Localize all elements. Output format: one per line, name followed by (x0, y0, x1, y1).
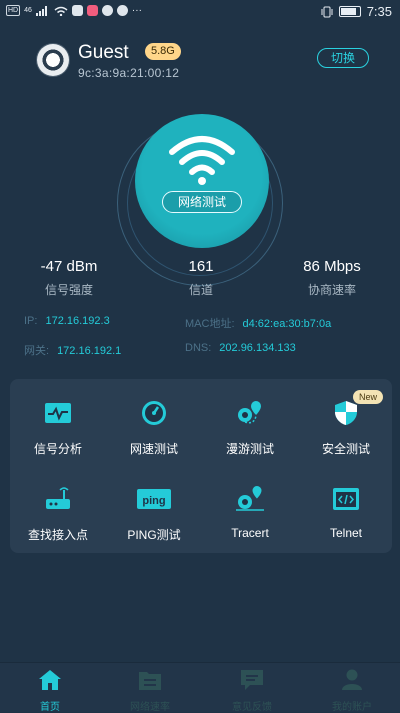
battery-icon (338, 6, 361, 17)
status-bar: HD 46 ··· 7:35 (0, 0, 400, 24)
ip-row: IP: 172.16.192.3 (24, 315, 110, 327)
tool-signal-analysis[interactable]: 信号分析 (10, 399, 106, 457)
code-icon (333, 488, 359, 510)
ping-icon: ping (137, 489, 171, 509)
tiktok-notification-icon (86, 5, 98, 16)
switch-network-button[interactable]: 切换 (317, 48, 369, 68)
tab-network-rate[interactable]: 网络速率 (110, 669, 190, 713)
link-rate-value: 86 Mbps (303, 258, 361, 275)
dns-row: DNS: 202.96.134.133 (185, 342, 296, 354)
tracert-icon (236, 486, 264, 511)
cell-signal-icon (35, 5, 47, 16)
router-icon (46, 487, 70, 509)
new-badge: New (353, 390, 384, 404)
gateway-value: 172.16.192.1 (57, 345, 122, 357)
tool-label: Telnet (329, 526, 363, 540)
tool-label: 信号分析 (33, 442, 82, 456)
signal-strength-label: 信号强度 (44, 283, 93, 297)
speedometer-icon (142, 401, 166, 425)
tool-label: Tracert (231, 526, 269, 540)
tool-speed-test[interactable]: 网速测试 (106, 399, 202, 457)
ip-label: IP: (24, 315, 38, 327)
tool-label: PING测试 (127, 528, 181, 542)
tool-label: 漫游测试 (225, 442, 274, 456)
tool-ping-test[interactable]: ping PING测试 (106, 485, 202, 543)
tools-card: 信号分析 网速测试 漫游测试 安全测试 查找接入点 ping PING测试 Tr… (10, 379, 392, 553)
channel-value: 161 (188, 258, 214, 275)
app-notification-icon (71, 5, 83, 16)
more-notifications-icon: ··· (131, 5, 142, 16)
tool-find-ap[interactable]: 查找接入点 (10, 485, 106, 543)
tool-telnet[interactable]: Telnet (298, 485, 394, 540)
ip-value: 172.16.192.3 (45, 315, 110, 327)
channel-stat: 161 信道 (141, 258, 261, 298)
svg-text:ping: ping (142, 495, 165, 507)
tool-roaming-test[interactable]: 漫游测试 (202, 399, 298, 457)
bssid-text: 9c:3a:9a:21:00:12 (78, 66, 180, 80)
tool-tracert[interactable]: Tracert (202, 485, 298, 540)
gateway-row: 网关: 172.16.192.1 (24, 342, 121, 358)
home-icon (39, 670, 61, 690)
gauge-core[interactable] (135, 114, 269, 248)
link-rate-label: 协商速率 (307, 283, 356, 297)
signal-strength-stat: -47 dBm 信号强度 (9, 258, 129, 298)
channel-label: 信道 (188, 283, 213, 297)
bottom-tab-bar: 首页 网络速率 意见反馈 我的账户 (0, 662, 400, 713)
tab-feedback[interactable]: 意见反馈 (212, 669, 292, 713)
tool-security-test[interactable]: 安全测试 (298, 399, 394, 457)
message-notification-icon (101, 5, 113, 16)
tool-label: 网速测试 (129, 442, 178, 456)
tab-account[interactable]: 我的账户 (312, 669, 392, 713)
app-logo-icon (37, 44, 69, 76)
network-type-indicator: 46 (24, 7, 32, 14)
folder-list-icon (139, 672, 161, 690)
status-time: 7:35 (366, 4, 392, 19)
mac-value: d4:62:ea:30:b7:0a (242, 318, 332, 330)
route-pin-icon (238, 401, 261, 424)
link-rate-stat: 86 Mbps 协商速率 (272, 258, 392, 298)
mac-label: MAC地址: (185, 318, 235, 330)
ssid-name: Guest (78, 42, 129, 63)
band-badge: 5.8G (145, 43, 181, 60)
wifi-icon (169, 136, 235, 185)
dns-value: 202.96.134.133 (219, 342, 296, 354)
network-test-button[interactable]: 网络测试 (162, 191, 242, 213)
vibrate-icon (321, 6, 333, 17)
tab-home[interactable]: 首页 (10, 669, 90, 713)
wifi-status-icon (54, 6, 68, 16)
tool-label: 安全测试 (321, 442, 370, 456)
user-icon (342, 669, 362, 690)
stats-row: -47 dBm 信号强度 161 信道 86 Mbps 协商速率 (0, 258, 400, 298)
tool-label: 查找接入点 (27, 528, 88, 542)
chat-icon (241, 670, 263, 690)
hd-indicator: HD (6, 5, 21, 16)
chat-notification-icon (116, 5, 128, 16)
gateway-label: 网关: (24, 345, 50, 357)
signal-wave-icon (45, 403, 71, 423)
signal-strength-value: -47 dBm (40, 258, 98, 275)
dns-label: DNS: (185, 342, 212, 354)
mac-row: MAC地址: d4:62:ea:30:b7:0a (185, 315, 331, 331)
